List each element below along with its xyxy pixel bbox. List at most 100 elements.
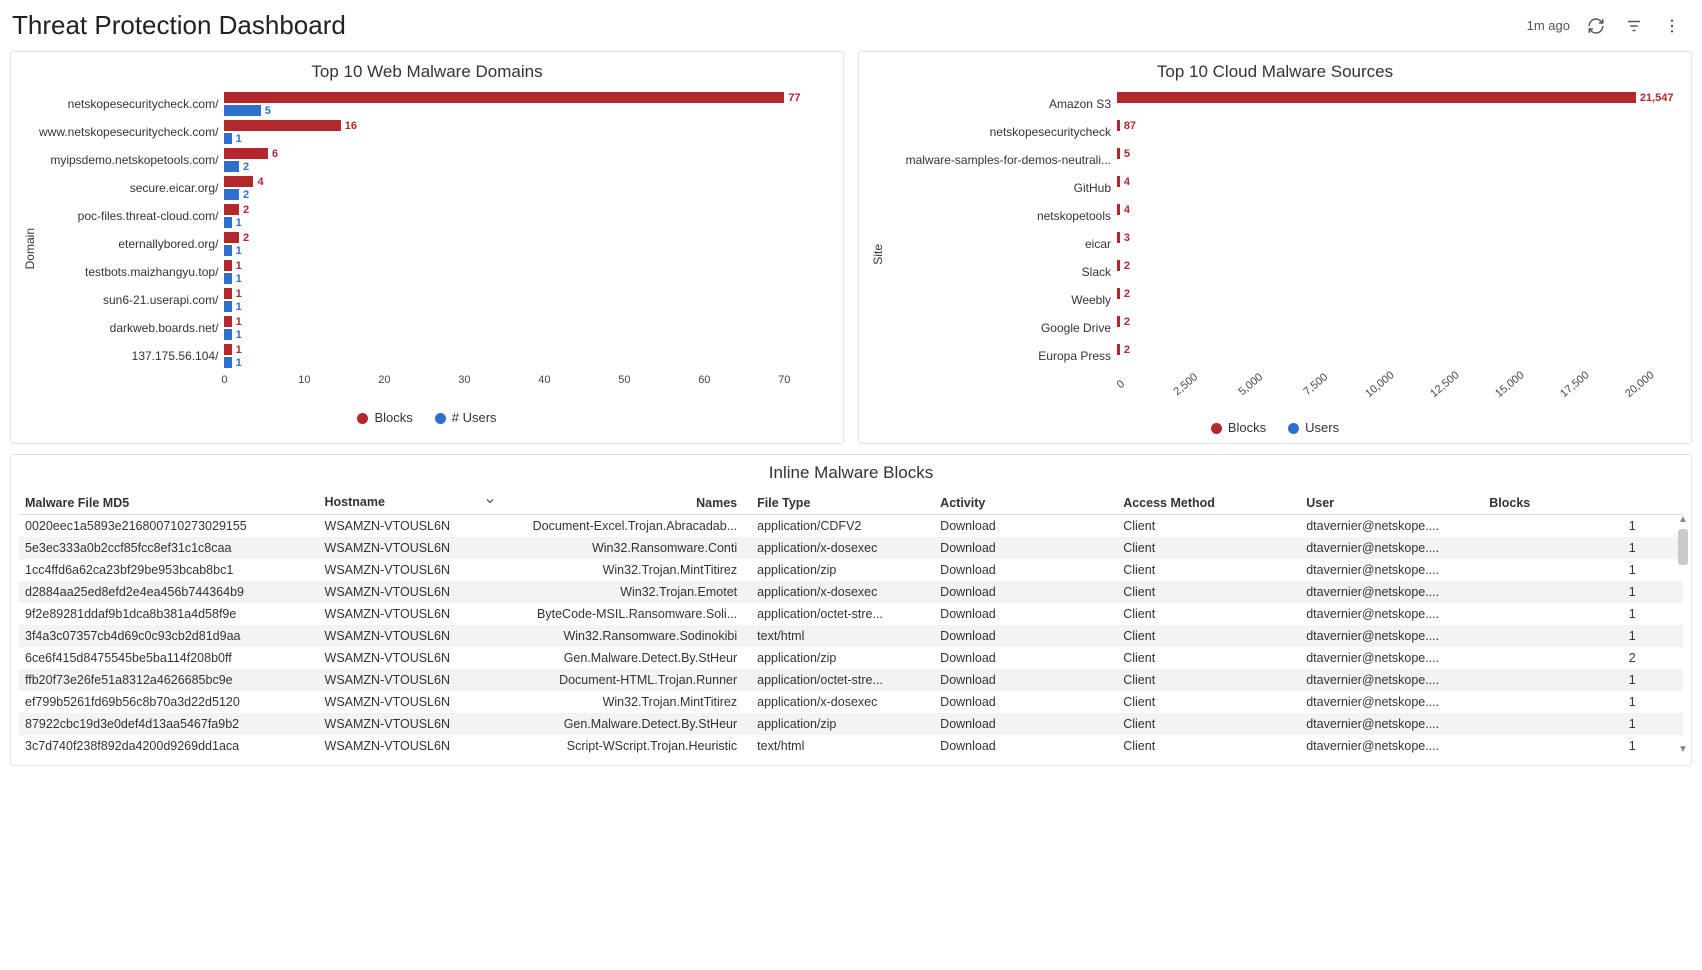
legend-item-blocks[interactable]: Blocks	[1211, 420, 1266, 435]
table-body: 0020eec1a5893e216800710273029155WSAMZN-V…	[19, 515, 1683, 758]
category-label: Weebly	[887, 286, 1117, 314]
bar-blocks[interactable]	[224, 316, 231, 327]
table-row[interactable]: 5e3ec333a0b2ccf85fcc8ef31c1c8caaWSAMZN-V…	[19, 537, 1683, 559]
col-names[interactable]: Names	[502, 491, 752, 515]
table-row[interactable]: 87922cbc19d3e0def4d13aa5467fa9b2WSAMZN-V…	[19, 713, 1683, 735]
x-tick-label: 60	[698, 374, 710, 386]
cell: dtavernier@netskope....	[1300, 713, 1483, 735]
table-row[interactable]: d2884aa25ed8efd2e4ea456b744364b9WSAMZN-V…	[19, 581, 1683, 603]
more-icon[interactable]	[1660, 14, 1684, 38]
cell: Client	[1117, 735, 1300, 757]
cell: text/html	[751, 735, 934, 757]
legend-item-users[interactable]: # Users	[435, 410, 497, 425]
bar-blocks[interactable]	[224, 232, 239, 243]
col-activity[interactable]: Activity	[934, 491, 1117, 515]
table-row[interactable]: ef799b5261fd69b56c8b70a3d22d5120WSAMZN-V…	[19, 691, 1683, 713]
filter-icon[interactable]	[1622, 14, 1646, 38]
y-axis-categories: netskopesecuritycheck.com/www.netskopese…	[39, 90, 224, 408]
cell: dtavernier@netskope....	[1300, 559, 1483, 581]
bar-value-label: 1	[236, 357, 242, 369]
bar-users[interactable]	[224, 189, 239, 200]
bar-users[interactable]	[224, 329, 231, 340]
col-hostname[interactable]: Hostname	[319, 491, 502, 515]
x-tick-label: 20	[378, 374, 390, 386]
bar-value-label: 1	[236, 329, 242, 341]
bar-blocks[interactable]	[1117, 204, 1120, 215]
refresh-icon[interactable]	[1584, 14, 1608, 38]
category-label: netskopesecuritycheck	[887, 118, 1117, 146]
bar-row: 21	[224, 202, 833, 230]
table-row[interactable]: 9f2e89281ddaf9b1dca8b381a4d58f9eWSAMZN-V…	[19, 603, 1683, 625]
bar-blocks[interactable]	[1117, 148, 1120, 159]
table-row[interactable]: 6ce6f415d8475545be5ba114f208b0ffWSAMZN-V…	[19, 647, 1683, 669]
bar-blocks[interactable]	[1117, 288, 1120, 299]
bar-value-label: 2	[243, 161, 249, 173]
bar-users[interactable]	[224, 161, 239, 172]
scroll-down-icon[interactable]: ▼	[1678, 745, 1688, 755]
bar-blocks[interactable]	[1117, 344, 1120, 355]
table-row[interactable]: 1cc4ffd6a62ca23bf29be953bcab8bc1WSAMZN-V…	[19, 559, 1683, 581]
table-row[interactable]: 3f4a3c07357cb4d69c0c93cb2d81d9aaWSAMZN-V…	[19, 625, 1683, 647]
cell: WSAMZN-VTOUSL6N	[319, 603, 502, 625]
scroll-thumb[interactable]	[1678, 529, 1688, 565]
bar-value-label: 1	[236, 273, 242, 285]
table-row[interactable]: ffb20f73e26fe51a8312a4626685bc9eWSAMZN-V…	[19, 669, 1683, 691]
cell: 87922cbc19d3e0def4d13aa5467fa9b2	[19, 713, 319, 735]
bar-users[interactable]	[224, 105, 260, 116]
bar-users[interactable]	[224, 245, 231, 256]
bar-blocks[interactable]	[224, 260, 231, 271]
cell: 3f4a3c07357cb4d69c0c93cb2d81d9aa	[19, 625, 319, 647]
bar-blocks[interactable]	[224, 344, 231, 355]
bar-blocks[interactable]	[224, 148, 268, 159]
cell: ef799b5261fd69b56c8b70a3d22d5120	[19, 691, 319, 713]
cell: dtavernier@netskope....	[1300, 537, 1483, 559]
bar-users[interactable]	[224, 273, 231, 284]
bar-users[interactable]	[224, 301, 231, 312]
table-scrollbar[interactable]: ▲ ▼	[1677, 515, 1689, 755]
bar-blocks[interactable]	[1117, 260, 1120, 271]
x-tick-label: 20,000	[1623, 369, 1656, 400]
category-label: testbots.maizhangyu.top/	[39, 258, 224, 286]
bar-blocks[interactable]	[224, 204, 239, 215]
cell: Client	[1117, 559, 1300, 581]
col-access[interactable]: Access Method	[1117, 491, 1300, 515]
bar-blocks[interactable]	[1117, 316, 1120, 327]
bar-blocks[interactable]	[224, 288, 231, 299]
bar-blocks[interactable]	[224, 92, 784, 103]
bar-blocks[interactable]	[224, 176, 253, 187]
chevron-down-icon[interactable]	[484, 495, 496, 510]
bar-users[interactable]	[224, 133, 231, 144]
table-row[interactable]: 3c7d740f238f892da4200d9269dd1acaWSAMZN-V…	[19, 735, 1683, 757]
col-user[interactable]: User	[1300, 491, 1483, 515]
scroll-up-icon[interactable]: ▲	[1678, 515, 1688, 525]
bar-blocks[interactable]	[224, 120, 340, 131]
bar-row: 3	[1117, 230, 1681, 258]
bar-row: 2	[1117, 342, 1681, 370]
bar-value-label: 4	[1124, 176, 1130, 188]
legend-item-users[interactable]: Users	[1288, 420, 1339, 435]
x-axis: 02,5005,0007,50010,00012,50015,00017,500…	[1117, 374, 1681, 418]
legend-item-blocks[interactable]: Blocks	[357, 410, 412, 425]
category-label: Amazon S3	[887, 90, 1117, 118]
table-row[interactable]: 0020eec1a5893e216800710273029155WSAMZN-V…	[19, 515, 1683, 538]
cell: Gen.Malware.Detect.By.StHeur	[502, 713, 752, 735]
col-blocks[interactable]: Blocks	[1483, 491, 1649, 515]
bar-users[interactable]	[224, 357, 231, 368]
bar-blocks[interactable]	[1117, 120, 1120, 131]
bar-blocks[interactable]	[1117, 232, 1120, 243]
cell: Download	[934, 537, 1117, 559]
x-tick-label: 2,500	[1171, 371, 1200, 398]
col-md5[interactable]: Malware File MD5	[19, 491, 319, 515]
cell: dtavernier@netskope....	[1300, 669, 1483, 691]
cell: application/CDFV2	[751, 515, 934, 538]
x-tick-label: 50	[618, 374, 630, 386]
col-filetype[interactable]: File Type	[751, 491, 934, 515]
bar-row: 161	[224, 118, 833, 146]
bar-blocks[interactable]	[1117, 176, 1120, 187]
bar-blocks[interactable]	[1117, 92, 1636, 103]
cell: Win32.Trojan.MintTitirez	[502, 559, 752, 581]
x-tick-label: 30	[458, 374, 470, 386]
bar-users[interactable]	[224, 217, 231, 228]
category-label: darkweb.boards.net/	[39, 314, 224, 342]
cell: Document-Excel.Trojan.Abracadab...	[502, 515, 752, 538]
